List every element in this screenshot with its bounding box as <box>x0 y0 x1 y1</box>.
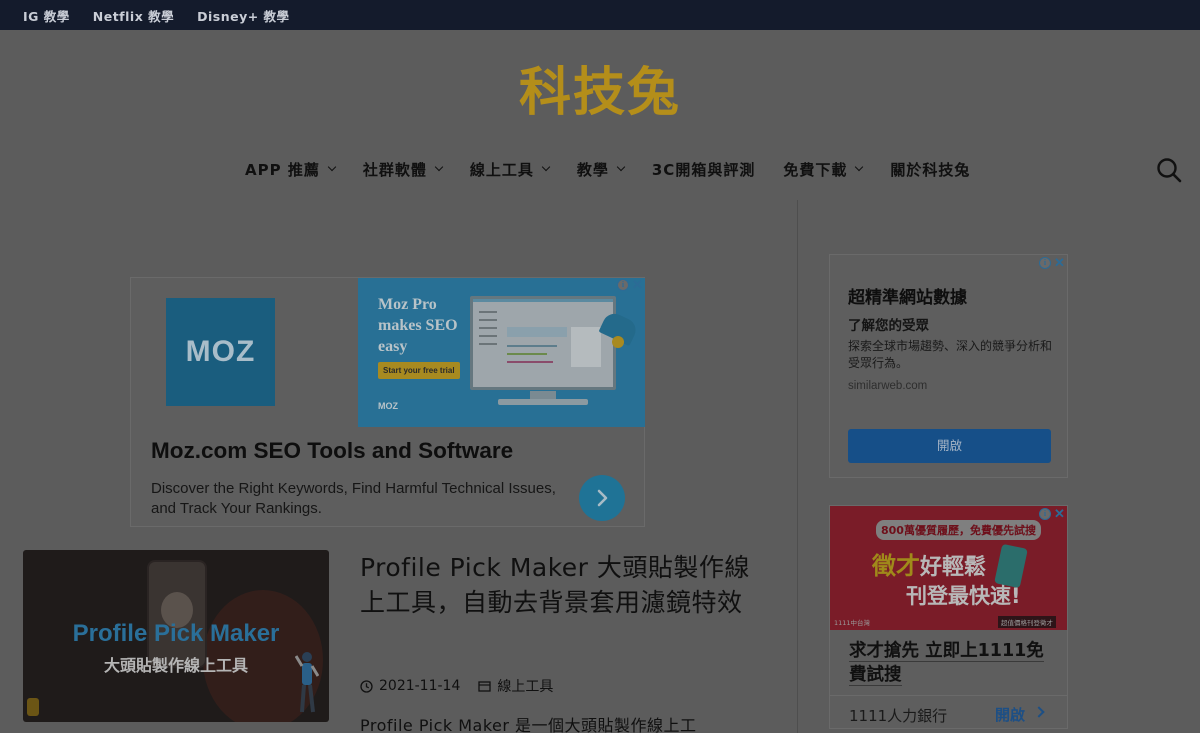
adchoices-icon[interactable]: i <box>617 279 629 291</box>
ad-banner-image[interactable]: 800萬優質履歷，免費優先試搜 徵才好輕鬆 刊登最快速! 1111中台灣 超值價… <box>830 506 1067 630</box>
topbar-link-disney[interactable]: Disney+ 教學 <box>197 6 289 25</box>
thumbnail-subtitle: 大頭貼製作線上工具 <box>103 656 248 675</box>
ad-title[interactable]: Moz.com SEO Tools and Software <box>151 438 513 464</box>
nav-item-about[interactable]: 關於科技兔 <box>890 159 970 180</box>
article-category-text: 線上工具 <box>497 679 554 695</box>
ad-title-text: 求才搶先 立即上1111免費試搜 <box>849 641 1044 686</box>
ad-headline[interactable]: 超精準網站數據 <box>848 283 967 308</box>
adchoices-icon[interactable]: i <box>1039 508 1051 520</box>
folder-icon <box>478 681 492 692</box>
close-icon[interactable]: ✕ <box>1054 507 1065 520</box>
moz-logo-text: MOZ <box>185 335 256 368</box>
banner-headline-a: 徵才 <box>872 552 920 580</box>
nav-item-free-download[interactable]: 免費下載 <box>783 159 864 180</box>
ad-next-button[interactable] <box>579 475 625 521</box>
sidebar-divider <box>797 200 798 733</box>
chevron-down-icon <box>541 162 551 172</box>
nav-item-3c-review[interactable]: 3C開箱與評測 <box>652 159 755 180</box>
nav-item-label: 教學 <box>576 160 609 179</box>
nav-item-label: 3C開箱與評測 <box>651 160 756 179</box>
thumbnail-title: Profile Pick Maker <box>72 620 280 647</box>
nav-item-label: 關於科技兔 <box>890 160 971 179</box>
lamp-bulb <box>612 336 624 348</box>
article-category[interactable]: 線上工具 <box>478 676 553 696</box>
ad-footer: 1111人力銀行 開啟 <box>830 695 1067 728</box>
close-icon[interactable]: ✕ <box>632 278 643 291</box>
moz-banner-cta[interactable]: Start your free trial <box>378 362 460 379</box>
person-illustration <box>295 652 319 713</box>
article-meta: 2021-11-14 線上工具 <box>360 676 571 696</box>
moz-logo: MOZ <box>166 298 275 406</box>
moz-banner-image[interactable]: Moz Pro makes SEO easy Start your free t… <box>358 278 645 427</box>
chevron-right-icon <box>1033 706 1045 718</box>
nav-item-label: APP 推薦 <box>245 160 320 179</box>
topbar-link-ig[interactable]: IG 教學 <box>23 6 70 25</box>
search-button[interactable] <box>1156 157 1182 183</box>
banner-brand: 1111中台灣 <box>834 619 871 627</box>
phone-illustration <box>994 543 1028 589</box>
chevron-down-icon <box>616 162 626 172</box>
monitor-illustration <box>470 296 616 390</box>
article-date: 2021-11-14 <box>360 678 460 694</box>
banner-price: 超值價格刊登徵才 <box>998 616 1056 628</box>
chevron-right-icon <box>597 489 608 507</box>
nav-item-tutorials[interactable]: 教學 <box>576 159 626 180</box>
site-badge-icon <box>27 698 39 716</box>
ad-open-button[interactable]: 開啟 <box>848 429 1051 463</box>
ad-similarweb[interactable]: i ✕ 超精準網站數據 了解您的受眾 探索全球市場趨勢、深入的競爭分析和受眾行為… <box>829 254 1068 478</box>
close-icon[interactable]: ✕ <box>1054 256 1065 269</box>
nav-item-label: 線上工具 <box>469 160 534 179</box>
ad-description: Discover the Right Keywords, Find Harmfu… <box>151 480 556 517</box>
moz-banner-text: Moz Pro makes SEO easy <box>378 296 458 355</box>
search-icon <box>1157 158 1182 183</box>
article-excerpt: Profile Pick Maker 是一個大頭貼製作線上工 <box>360 716 697 733</box>
article-thumbnail[interactable]: Profile Pick Maker 大頭貼製作線上工具 <box>23 550 329 722</box>
ad-open-button[interactable]: 開啟 <box>995 704 1025 725</box>
article-date-text: 2021-11-14 <box>379 678 461 694</box>
ad-title[interactable]: 求才搶先 立即上1111免費試搜 <box>849 639 1059 687</box>
article-title[interactable]: Profile Pick Maker 大頭貼製作線上工具，自動去背景套用濾鏡特效 <box>360 550 760 620</box>
nav-item-social[interactable]: 社群軟體 <box>362 159 444 180</box>
site-logo[interactable]: 科技兔 <box>0 50 1200 125</box>
clock-icon <box>360 679 373 693</box>
nav-item-label: 社群軟體 <box>362 160 427 179</box>
top-bar: IG 教學 Netflix 教學 Disney+ 教學 <box>0 0 1200 30</box>
chevron-down-icon <box>855 162 864 172</box>
banner-pill: 800萬優質履歷，免費優先試搜 <box>876 520 1041 540</box>
monitor-keyboard <box>498 399 588 405</box>
adchoices-icon[interactable]: i <box>1039 257 1051 269</box>
ad-subheadline: 了解您的受眾 <box>848 318 929 334</box>
chevron-down-icon <box>434 162 444 172</box>
nav-item-label: 免費下載 <box>783 160 848 179</box>
moz-banner-logo: MOZ <box>378 401 398 411</box>
ad-description: 探索全球市場趨勢、深入的競爭分析和受眾行為。 <box>848 339 1053 370</box>
chevron-down-icon <box>327 162 337 172</box>
topbar-link-netflix[interactable]: Netflix 教學 <box>93 6 174 25</box>
ad-moz[interactable]: MOZ Moz Pro makes SEO easy Start your fr… <box>130 277 645 527</box>
ad-source: 1111人力銀行 <box>849 707 948 725</box>
main-nav: APP 推薦 社群軟體 線上工具 教學 3C開箱與評測 免費下載 關於科技兔 <box>245 157 998 181</box>
banner-headline: 徵才好輕鬆 <box>872 546 986 581</box>
nav-item-app[interactable]: APP 推薦 <box>245 159 337 180</box>
nav-item-online-tools[interactable]: 線上工具 <box>469 159 551 180</box>
banner-headline-b: 好輕鬆 <box>920 555 987 580</box>
monitor-stand <box>530 391 556 399</box>
ad-url: similarweb.com <box>848 380 928 392</box>
ad-1111[interactable]: 800萬優質履歷，免費優先試搜 徵才好輕鬆 刊登最快速! 1111中台灣 超值價… <box>829 505 1068 729</box>
